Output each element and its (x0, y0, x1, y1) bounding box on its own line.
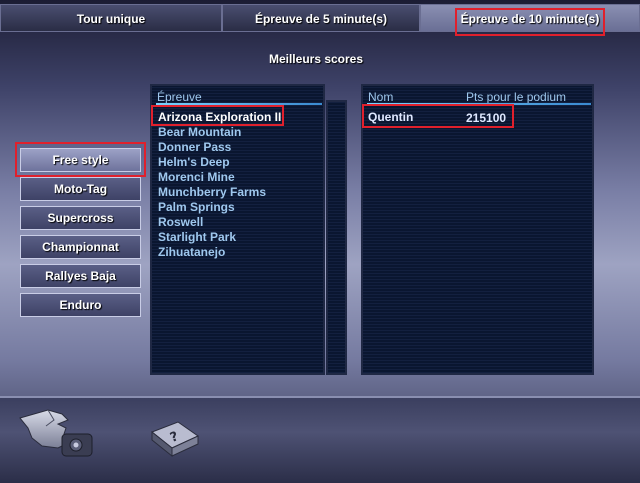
track-list-scrollbar[interactable] (326, 100, 347, 375)
track-item[interactable]: Palm Springs (158, 200, 235, 215)
track-list-panel: Épreuve Arizona Exploration II Bear Moun… (150, 84, 325, 375)
track-item[interactable]: Munchberry Farms (158, 185, 266, 200)
mode-enduro-button[interactable]: Enduro (20, 293, 141, 317)
mode-championship-button[interactable]: Championnat (20, 235, 141, 259)
pointing-hand-icon[interactable] (18, 404, 98, 466)
tab-10-minute-event[interactable]: Épreuve de 10 minute(s) (420, 4, 640, 32)
scores-panel: Nom Pts pour le podium Quentin 215100 (361, 84, 594, 375)
track-item[interactable]: Starlight Park (158, 230, 236, 245)
scores-header-line (367, 103, 591, 105)
track-item[interactable]: Morenci Mine (158, 170, 235, 185)
track-item[interactable]: Donner Pass (158, 140, 231, 155)
section-title: Meilleurs scores (268, 52, 364, 66)
track-list-header-line (156, 103, 322, 105)
help-book-icon[interactable]: ? (148, 418, 202, 462)
track-item[interactable]: Zihuatanejo (158, 245, 225, 260)
tab-5-minute-event[interactable]: Épreuve de 5 minute(s) (222, 4, 420, 32)
scores-header-points: Pts pour le podium (466, 90, 567, 104)
scores-header-name: Nom (368, 90, 394, 104)
track-item[interactable]: Roswell (158, 215, 203, 230)
track-list-header: Épreuve (157, 90, 202, 104)
mode-baja-rally-button[interactable]: Rallyes Baja (20, 264, 141, 288)
track-item[interactable]: Bear Mountain (158, 125, 241, 140)
mode-moto-tag-button[interactable]: Moto-Tag (20, 177, 141, 201)
tab-bar: Tour unique Épreuve de 5 minute(s) Épreu… (0, 0, 640, 36)
mode-supercross-button[interactable]: Supercross (20, 206, 141, 230)
track-item[interactable]: Arizona Exploration II (158, 110, 281, 125)
track-item[interactable]: Helm's Deep (158, 155, 230, 170)
score-row-points: 215100 (466, 111, 507, 125)
mode-free-style-button[interactable]: Free style (20, 148, 141, 172)
tab-single-race[interactable]: Tour unique (0, 4, 222, 32)
score-row-name: Quentin (368, 110, 414, 124)
